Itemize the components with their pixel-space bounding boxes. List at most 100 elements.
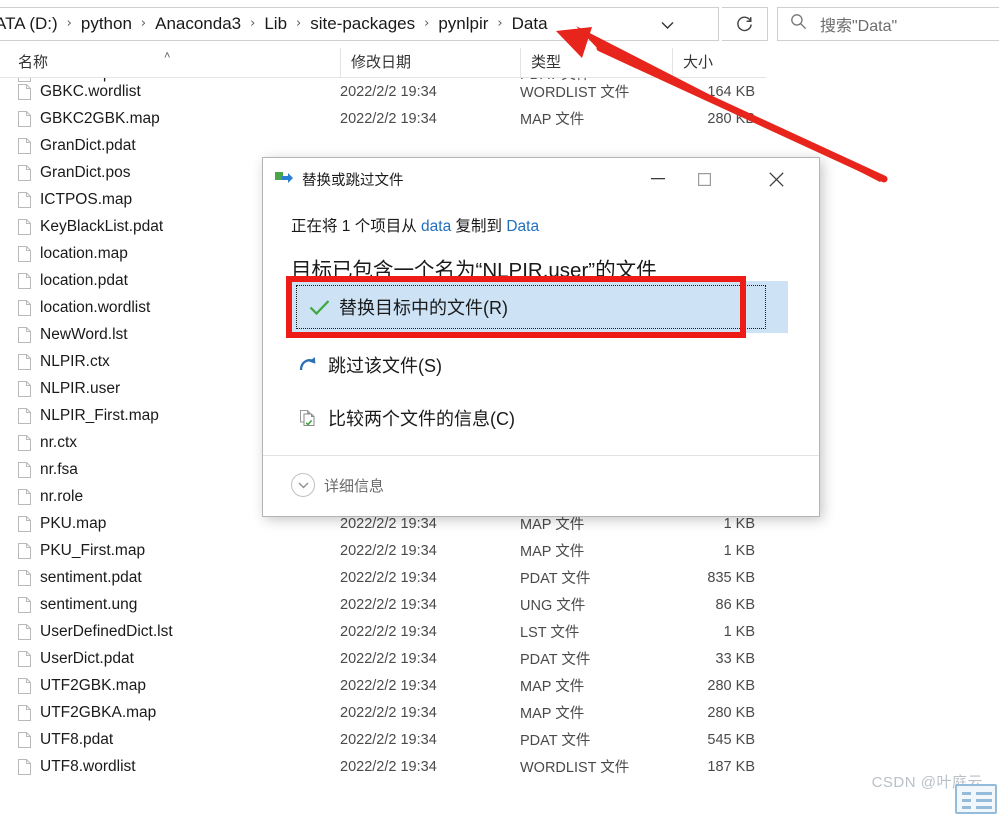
file-size: 164 KB [707, 83, 755, 100]
file-name-cell: UTF2GBK.map [18, 677, 146, 695]
search-input[interactable]: 搜索"Data" [777, 7, 999, 41]
file-name-cell: GranDict.pdat [18, 137, 136, 155]
file-icon [18, 353, 31, 370]
file-name-cell: NLPIR.ctx [18, 353, 110, 371]
file-icon [18, 245, 31, 262]
copy-file-icon [275, 171, 293, 187]
table-row[interactable]: PKU_First.map 2022/2/2 19:34 MAP 文件 1 KB [0, 537, 766, 564]
breadcrumb-item-0[interactable]: ATA (D:) [0, 7, 60, 41]
file-icon [18, 299, 31, 316]
option-replace-target-file[interactable]: 替换目标中的文件(R) [296, 285, 766, 329]
search-icon [790, 13, 807, 35]
dialog-body: 正在将 1 个项目从 data 复制到 Data 目标已包含一个名为“NLPIR… [263, 214, 819, 283]
search-placeholder: 搜索"Data" [820, 18, 898, 35]
option-replace-highlight: 替换目标中的文件(R) [290, 281, 788, 333]
table-row[interactable]: sentiment.ung 2022/2/2 19:34 UNG 文件 86 KB [0, 591, 766, 618]
column-header-row: 名称 修改日期 类型 大小 [0, 48, 999, 78]
dialog-title-bar[interactable]: 替换或跳过文件 [263, 158, 819, 200]
file-type: MAP 文件 [520, 544, 585, 560]
file-date: 2022/2/2 19:34 [340, 596, 437, 613]
address-bar: ATA (D:) › python › Anaconda3 › Lib › si… [0, 0, 999, 48]
table-row[interactable]: UTF2GBKA.map 2022/2/2 19:34 MAP 文件 280 KB [0, 699, 766, 726]
table-row[interactable]: UTF2GBK.map 2022/2/2 19:34 MAP 文件 280 KB [0, 672, 766, 699]
file-type: PDAT 文件 [520, 652, 591, 668]
file-icon [18, 569, 31, 586]
table-row[interactable]: sentiment.pdat 2022/2/2 19:34 PDAT 文件 835 K… [0, 564, 766, 591]
breadcrumb-separator: › [424, 16, 430, 31]
table-row[interactable]: GBKC2GBK.map 2022/2/2 19:34 MAP 文件 280 KB [0, 105, 766, 132]
column-header-type[interactable]: 类型 [520, 48, 672, 78]
table-row[interactable]: UserDict.pdat 2022/2/2 19:34 PDAT 文件 33 KB [0, 645, 766, 672]
table-row[interactable]: UTF8.wordlist 2022/2/2 19:34 WORDLIST 文件 18… [0, 753, 766, 780]
dialog-subtitle-middle: 复制到 [451, 218, 507, 235]
breadcrumb[interactable]: ATA (D:) › python › Anaconda3 › Lib › si… [0, 7, 719, 41]
file-size: 280 KB [707, 110, 755, 127]
table-row[interactable]: UTF8.pdat 2022/2/2 19:34 PDAT 文件 545 KB [0, 726, 766, 753]
dialog-source-folder: data [421, 218, 452, 235]
file-date: 2022/2/2 19:34 [340, 650, 437, 667]
file-icon [18, 110, 31, 127]
file-icon [18, 218, 31, 235]
table-row[interactable]: UserDefinedDict.lst 2022/2/2 19:34 LST 文件 1… [0, 618, 766, 645]
chevron-down-icon[interactable] [652, 8, 682, 42]
file-size: 187 KB [707, 758, 755, 775]
file-date: 2022/2/2 19:34 [340, 515, 437, 532]
file-name-cell: sentiment.pdat [18, 569, 142, 587]
file-date: 2022/2/2 19:34 [340, 542, 437, 559]
column-header-size[interactable]: 大小 [672, 48, 766, 78]
file-icon [18, 83, 31, 100]
column-header-date[interactable]: 修改日期 [340, 48, 520, 78]
file-name: GranDict.pdat [40, 136, 136, 154]
dialog-heading: 目标已包含一个名为“NLPIR.user”的文件 [291, 259, 657, 282]
dialog-title: 替换或跳过文件 [302, 172, 404, 189]
file-type: PDAT 文件 [520, 571, 591, 587]
refresh-icon[interactable] [722, 7, 768, 41]
table-row[interactable]: GranDict.pdat [0, 132, 766, 159]
details-toggle[interactable]: 详细信息 [291, 468, 384, 502]
breadcrumb-separator: › [140, 16, 147, 31]
file-date: 2022/2/2 19:34 [340, 758, 437, 775]
file-icon [18, 461, 31, 478]
breadcrumb-separator: › [497, 16, 503, 31]
option-compare-files[interactable]: 比较两个文件的信息(C) [296, 397, 515, 439]
file-name-cell: GBKC2GBK.map [18, 110, 160, 128]
file-icon [18, 623, 31, 640]
breadcrumb-item-1[interactable]: python [79, 7, 134, 41]
file-name: UTF8.pdat [40, 730, 114, 748]
file-icon [18, 677, 31, 694]
breadcrumb-item-3[interactable]: Lib [262, 7, 289, 41]
breadcrumb-item-4[interactable]: site-packages [308, 7, 417, 41]
maximize-icon[interactable] [681, 158, 727, 200]
option-skip-file[interactable]: 跳过该文件(S) [296, 344, 442, 386]
option-skip-label: 跳过该文件(S) [328, 356, 442, 376]
file-date: 2022/2/2 19:34 [340, 83, 437, 100]
file-name-cell: sentiment.ung [18, 596, 137, 614]
breadcrumb-item-5[interactable]: pynlpir [436, 7, 490, 41]
file-name: nr.fsa [40, 460, 78, 478]
sort-ascending-caret-icon: ˄ [164, 50, 171, 62]
breadcrumb-item-6[interactable]: Data [510, 7, 550, 41]
file-date: 2022/2/2 19:34 [340, 677, 437, 694]
file-date: 2022/2/2 19:34 [340, 731, 437, 748]
close-icon[interactable] [753, 158, 799, 200]
file-name: UTF2GBKA.map [40, 703, 157, 721]
file-size: 835 KB [707, 569, 755, 586]
option-replace-label: 替换目标中的文件(R) [339, 298, 508, 318]
file-name-cell: NLPIR.user [18, 380, 120, 398]
file-name-cell: NLPIR_First.map [18, 407, 159, 425]
file-size: 1 KB [723, 623, 755, 640]
file-name: nr.role [40, 487, 84, 505]
file-size: 280 KB [707, 704, 755, 721]
dialog-footer-divider [263, 455, 819, 456]
file-size: 1 KB [723, 515, 755, 532]
breadcrumb-separator: › [296, 16, 302, 31]
table-row[interactable]: GBKC.wordlist 2022/2/2 19:34 WORDLIST 文件 16… [0, 78, 766, 105]
minimize-icon[interactable] [635, 158, 681, 200]
file-name: UserDefinedDict.lst [40, 622, 173, 640]
breadcrumb-item-2[interactable]: Anaconda3 [153, 7, 243, 41]
file-icon [18, 164, 31, 181]
file-type: MAP 文件 [520, 679, 585, 695]
skip-arrow-icon [296, 356, 320, 374]
file-name-cell: UserDefinedDict.lst [18, 623, 173, 641]
file-icon [18, 434, 31, 451]
